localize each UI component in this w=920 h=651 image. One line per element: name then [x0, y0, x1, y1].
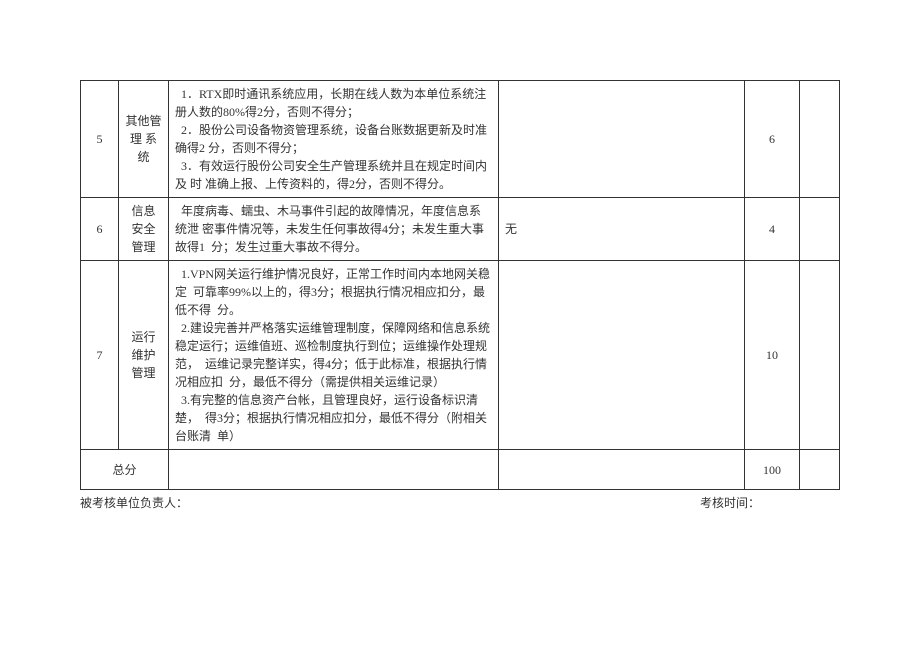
- row-category: 其他管理 系统: [119, 81, 169, 198]
- table-row: 7 运行 维护 管理 1.VPN网关运行维护情况良好，正常工作时间内本地网关稳定…: [81, 261, 840, 450]
- total-extra: [499, 450, 745, 490]
- row-extra: [499, 261, 745, 450]
- table-row: 5 其他管理 系统 1．RTX即时通讯系统应用，长期在线人数为本单位系统注册人数…: [81, 81, 840, 198]
- row-blank: [800, 261, 840, 450]
- footer-date-label: 考核时间：: [700, 494, 760, 511]
- total-blank: [800, 450, 840, 490]
- row-index: 7: [81, 261, 119, 450]
- row-category: 信息 安全 管理: [119, 198, 169, 261]
- row-extra: [499, 81, 745, 198]
- total-label: 总分: [81, 450, 169, 490]
- total-row: 总分 100: [81, 450, 840, 490]
- assessment-table: 5 其他管理 系统 1．RTX即时通讯系统应用，长期在线人数为本单位系统注册人数…: [80, 80, 840, 490]
- row-index: 6: [81, 198, 119, 261]
- total-score: 100: [745, 450, 800, 490]
- row-blank: [800, 81, 840, 198]
- row-description: 1．RTX即时通讯系统应用，长期在线人数为本单位系统注册人数的80%得2分，否则…: [169, 81, 499, 198]
- total-desc: [169, 450, 499, 490]
- row-description: 年度病毒、蠕虫、木马事件引起的故障情况，年度信息系统泄 密事件情况等，未发生任何…: [169, 198, 499, 261]
- row-score: 4: [745, 198, 800, 261]
- table-row: 6 信息 安全 管理 年度病毒、蠕虫、木马事件引起的故障情况，年度信息系统泄 密…: [81, 198, 840, 261]
- row-score: 6: [745, 81, 800, 198]
- row-extra: 无: [499, 198, 745, 261]
- row-score: 10: [745, 261, 800, 450]
- row-category: 运行 维护 管理: [119, 261, 169, 450]
- footer-signer-label: 被考核单位负责人：: [80, 494, 188, 511]
- row-blank: [800, 198, 840, 261]
- row-index: 5: [81, 81, 119, 198]
- row-description: 1.VPN网关运行维护情况良好，正常工作时间内本地网关稳定 可靠率99%以上的，…: [169, 261, 499, 450]
